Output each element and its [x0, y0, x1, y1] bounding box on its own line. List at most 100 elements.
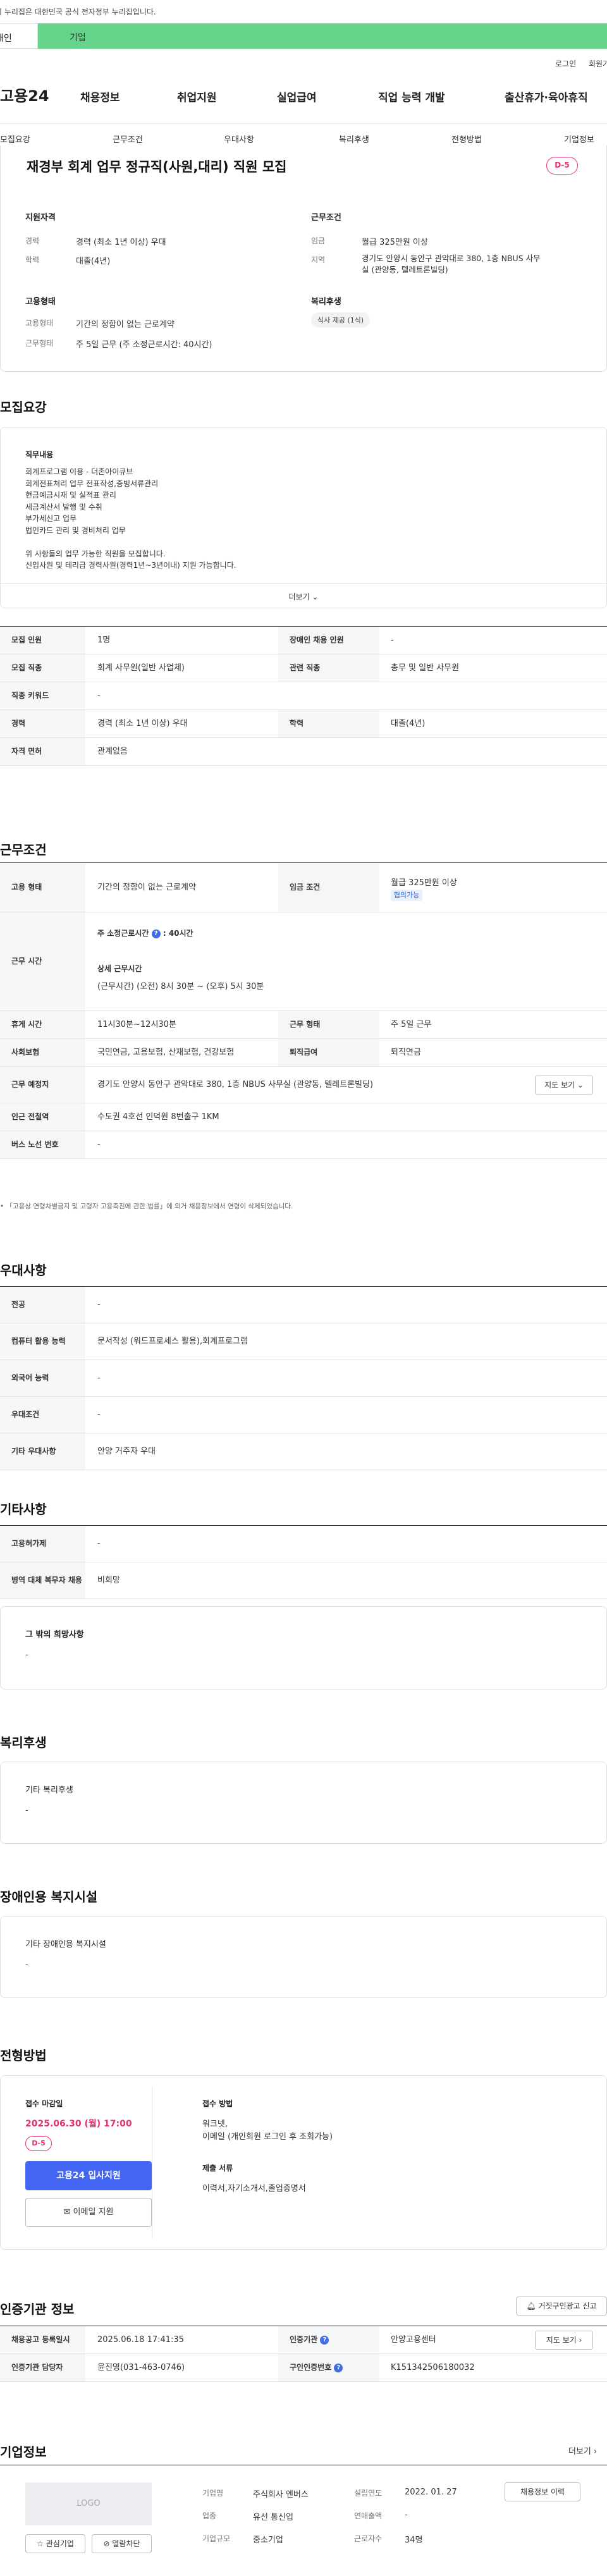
table-value: 주 5일 근무	[391, 1020, 432, 1029]
gnb-item-jobs[interactable]: 채용정보	[80, 89, 120, 104]
company-jobs-history-button[interactable]: 채용정보 이력	[505, 2482, 580, 2501]
table-row: 근무 예정지 경기도 안양시 동안구 관악대로 380, 1층 NBUS 사무실…	[0, 1067, 607, 1103]
table-value: 안양고용센터	[391, 2335, 436, 2345]
table-row: 근무 시간 주 소정근로시간 ? : 40시간 상세 근무시간 (근무시간) (…	[0, 912, 607, 1011]
table-row: 직종 키워드 -	[0, 682, 607, 710]
table-key: 임금 조건	[278, 863, 379, 912]
table-value: -	[97, 1410, 101, 1420]
method-value-line2: 이메일 (개인회원 로그인 후 조회가능)	[202, 2132, 333, 2142]
welfare-card	[0, 1762, 607, 1844]
table-row: 인증기관 담당자 윤진영(031-463-0746) 구인인증번호 ? K151…	[0, 2354, 607, 2382]
etc-table: 고용허가제 - 병역 대체 복무자 채용 비희망	[0, 1525, 607, 1599]
hours-detail-value: (근무시간) (오전) 8시 30분 ~ (오후) 5시 30분	[97, 982, 264, 991]
gnb-item-unemployment[interactable]: 실업급여	[277, 89, 317, 104]
site-logo[interactable]: 고용24	[0, 83, 49, 106]
table-row: 고용 형태 기간의 정함이 없는 근로계약 임금 조건 월급 325만원 이상 …	[0, 863, 607, 912]
company-more-link[interactable]: 더보기 ›	[568, 2444, 597, 2456]
recruit-section-title: 모집요강	[0, 400, 47, 415]
table-value: 수도권 4호선 인덕원 8번출구 1KM	[97, 1112, 219, 1122]
table-value: -	[391, 635, 394, 645]
block-company-button[interactable]: ⊘ 열람차단	[92, 2534, 152, 2553]
subnav-company[interactable]: 기업정보	[564, 133, 594, 145]
industry-key: 업종	[202, 2512, 217, 2520]
gnb-item-employment-support[interactable]: 취업지원	[177, 89, 217, 104]
table-key: 인증기관 ?	[278, 2326, 379, 2353]
deadline-value: 2025.06.30 (월) 17:00	[25, 2119, 132, 2129]
chevron-down-icon: ⌄	[312, 592, 319, 601]
employees-value: 34명	[405, 2536, 423, 2545]
more-toggle[interactable]: 더보기 ⌄	[0, 583, 607, 608]
gnb-item-parental-leave[interactable]: 출산휴가·육아휴직	[505, 89, 588, 104]
welfare-section-title: 복리후생	[0, 1735, 47, 1750]
tab-individual[interactable]: 개인	[0, 23, 38, 49]
table-row: 우대조건 -	[0, 1397, 607, 1433]
table-row: 고용허가제 -	[0, 1526, 607, 1562]
duty-line: 세금계산서 발행 및 수취	[25, 502, 102, 512]
welfare-etc-value: -	[25, 1806, 28, 1815]
info-icon[interactable]: ?	[320, 2335, 329, 2345]
favorite-company-label: 관심기업	[46, 2539, 74, 2548]
login-link[interactable]: 로그인	[555, 58, 576, 69]
age-note: • 「고용상 연령차별금지 및 고령자 고용촉진에 관한 법률」에 의거 채용정…	[0, 1203, 293, 1210]
email-apply-button[interactable]: ✉ 이메일 지원	[25, 2198, 152, 2227]
favorite-company-button[interactable]: ☆ 관심기업	[25, 2534, 85, 2553]
table-value: 안양 거주자 우대	[97, 1447, 156, 1456]
map-button[interactable]: 지도 보기 ⌄	[535, 1076, 593, 1095]
signup-link[interactable]: 회원가입	[589, 58, 607, 69]
agency-map-button[interactable]: 지도 보기 ›	[535, 2331, 593, 2350]
subnav-process[interactable]: 전형방법	[451, 133, 482, 145]
report-fake-ad-button[interactable]: 🔔︎ 거짓구인광고 신고	[516, 2297, 607, 2315]
job-title: 재경부 회계 업무 정규직(사원,대리) 직원 모집	[27, 159, 287, 175]
table-value: 경력 (최소 1년 이상) 우대	[97, 719, 188, 728]
duty-line: 신입사원 및 테리급 경력사원(경력1년~3년이내) 지원 가능합니다.	[25, 561, 236, 570]
wage-value: 월급 325만원 이상	[362, 238, 428, 247]
table-value: 월급 325만원 이상	[391, 878, 457, 888]
duty-line: 부가세신고 업무	[25, 514, 77, 523]
docs-value: 이력서,자기소개서,졸업증명서	[202, 2184, 306, 2193]
hours-detail-title: 상세 근무시간	[97, 964, 142, 973]
wage-key: 임금	[311, 236, 326, 245]
subnav-welfare[interactable]: 복리후생	[339, 133, 369, 145]
pref-section-title: 우대사항	[0, 1263, 47, 1278]
hope-value: -	[25, 1650, 28, 1660]
table-value: 관계없음	[97, 747, 128, 756]
subnav-pref[interactable]: 우대사항	[224, 133, 254, 145]
subnav-recruit[interactable]: 모집요강	[0, 133, 30, 145]
subnav-work[interactable]: 근무조건	[113, 133, 143, 145]
recruit-table: 모집 인원 1명 장애인 채용 인원 - 모집 직종 회계 사무원(일반 사업체…	[0, 626, 607, 766]
hope-card	[0, 1606, 607, 1690]
tab-corporate[interactable]: 기업	[38, 23, 607, 49]
disabled-label: 기타 장애인용 복지시설	[25, 1940, 106, 1949]
table-row: 경력 경력 (최소 1년 이상) 우대 학력 대졸(4년)	[0, 710, 607, 738]
age-note-text: 「고용상 연령차별금지 및 고령자 고용촉진에 관한 법률」에 의거 채용정보에…	[6, 1203, 293, 1210]
table-value: -	[97, 1539, 101, 1549]
emptype-value: 기간의 정함이 없는 근로계약	[76, 320, 175, 329]
table-row: 외국어 능력 -	[0, 1360, 607, 1397]
work-table: 고용 형태 기간의 정함이 없는 근로계약 임금 조건 월급 325만원 이상 …	[0, 862, 607, 1159]
table-value: 비희망	[97, 1576, 120, 1585]
info-icon[interactable]: ?	[334, 2363, 343, 2372]
pref-table: 전공 - 컴퓨터 활용 능력 문서작성 (워드프로세스 활용),회계프로그램 외…	[0, 1286, 607, 1470]
table-key: 컴퓨터 활용 능력	[0, 1323, 85, 1359]
table-value: 윤진영(031-463-0746)	[97, 2363, 185, 2372]
table-row: 인근 전철역 수도권 4호선 인덕원 8번출구 1KM	[0, 1103, 607, 1131]
table-key: 휴게 시간	[0, 1011, 85, 1038]
table-key: 인근 전철역	[0, 1103, 85, 1131]
founded-value: 2022. 01. 27	[405, 2487, 457, 2497]
block-icon: ⊘	[103, 2539, 110, 2548]
agency-section-title: 인증기관 정보	[0, 2302, 75, 2317]
size-key: 기업규모	[202, 2534, 231, 2543]
table-key: 버스 노선 번호	[0, 1131, 85, 1158]
company-logo-placeholder: LOGO	[25, 2482, 152, 2525]
table-value: 퇴직연금	[391, 1048, 421, 1057]
gnb-item-training[interactable]: 직업 능력 개발	[378, 89, 445, 104]
table-value: 회계 사무원(일반 사업체)	[97, 663, 185, 673]
region-value-line2: 실 (관양동, 텔레트론빌딩)	[362, 265, 448, 274]
info-icon[interactable]: ?	[151, 929, 161, 938]
mail-icon: ✉	[63, 2207, 71, 2217]
cert-key-text: 구인인증번호	[290, 2363, 332, 2372]
welfare-tag: 식사 제공 (1식)	[311, 312, 371, 328]
org-key-text: 인증기관	[290, 2335, 318, 2344]
apply-button[interactable]: 고용24 입사지원	[25, 2161, 152, 2190]
tab-individual-label: 개인	[0, 34, 12, 44]
